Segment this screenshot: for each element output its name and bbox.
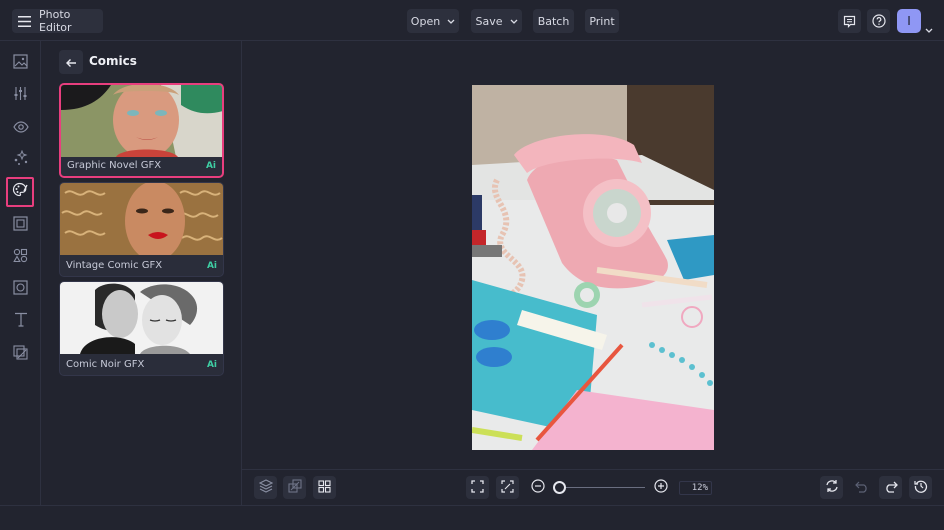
redo-icon — [884, 478, 898, 497]
effect-card-graphic-novel[interactable]: Graphic Novel GFX Ai — [59, 83, 224, 178]
save-menu-button[interactable]: Save — [471, 9, 522, 33]
sidebar-item-image[interactable] — [7, 50, 34, 77]
app-title: Photo Editor — [39, 8, 72, 34]
zoom-level-input[interactable]: 12% — [679, 481, 712, 495]
duplicate-icon — [287, 478, 302, 497]
ai-badge: Ai — [206, 360, 217, 370]
card-label: Vintage Comic GFX — [66, 260, 163, 271]
palette-icon — [12, 182, 28, 202]
sparkles-icon — [13, 149, 29, 170]
account-chevron-down-icon[interactable] — [925, 18, 933, 37]
card-label: Graphic Novel GFX — [67, 160, 162, 171]
actual-size-icon — [501, 478, 514, 497]
effect-card-vintage-comic[interactable]: Vintage Comic GFX Ai — [59, 182, 224, 277]
undo-button[interactable] — [850, 476, 873, 499]
undo-icon — [854, 478, 869, 497]
grid-button[interactable] — [313, 476, 336, 499]
history-icon — [913, 478, 928, 497]
sidebar-item-adjustments[interactable] — [7, 82, 34, 109]
avatar-initial: I — [907, 14, 911, 28]
hamburger-menu-icon — [18, 15, 31, 27]
sliders-icon — [13, 86, 28, 105]
background-icon — [13, 345, 28, 364]
layers-button[interactable] — [254, 476, 277, 499]
status-bar — [0, 505, 944, 530]
sidebar-item-background[interactable] — [7, 341, 34, 368]
text-icon — [14, 312, 28, 331]
graphic-novel-thumbnail — [61, 85, 222, 157]
reset-button[interactable] — [820, 476, 843, 499]
ai-badge: Ai — [206, 261, 217, 271]
fit-screen-button[interactable] — [466, 476, 489, 499]
overlay-icon — [13, 280, 28, 299]
grid-icon — [318, 478, 331, 497]
zoom-slider-thumb[interactable] — [553, 481, 566, 494]
sidebar-item-overlays[interactable] — [7, 276, 34, 303]
user-avatar[interactable]: I — [897, 9, 921, 33]
history-button[interactable] — [909, 476, 932, 499]
open-label: Open — [410, 14, 441, 28]
eye-icon — [12, 118, 29, 137]
print-label: Print — [589, 14, 615, 28]
zoom-out-button[interactable] — [526, 476, 549, 499]
sidebar-item-text[interactable] — [7, 308, 34, 335]
shapes-icon — [13, 248, 28, 267]
save-label: Save — [475, 14, 503, 28]
fit-screen-icon — [471, 478, 484, 497]
duplicate-button[interactable] — [283, 476, 306, 499]
reset-icon — [825, 478, 839, 497]
vintage-comic-thumbnail — [60, 183, 223, 255]
image-icon — [13, 54, 28, 73]
batch-button[interactable]: Batch — [533, 9, 574, 33]
feedback-button[interactable] — [838, 9, 861, 33]
feedback-icon — [843, 15, 856, 28]
batch-label: Batch — [537, 14, 570, 28]
layers-icon — [258, 478, 273, 497]
sidebar-item-effects[interactable] — [7, 114, 34, 141]
sidebar-item-artsy[interactable] — [6, 177, 34, 207]
chevron-down-icon — [510, 19, 518, 24]
back-button[interactable] — [59, 50, 83, 74]
print-button[interactable]: Print — [585, 9, 619, 33]
redo-button[interactable] — [879, 476, 902, 499]
app-menu-button[interactable]: Photo Editor — [12, 8, 103, 34]
sidebar-item-frames[interactable] — [7, 212, 34, 239]
canvas-photo[interactable] — [472, 85, 714, 450]
comic-noir-thumbnail — [60, 282, 223, 354]
sidebar-item-graphics[interactable] — [7, 244, 34, 271]
zoom-out-icon — [530, 478, 545, 497]
open-menu-button[interactable]: Open — [407, 9, 459, 33]
zoom-in-icon — [653, 478, 668, 497]
frame-icon — [13, 216, 28, 235]
chevron-down-icon — [447, 19, 455, 24]
ai-badge: Ai — [205, 161, 216, 171]
zoom-in-button[interactable] — [649, 476, 672, 499]
sidebar-item-ai-tools[interactable] — [7, 146, 34, 173]
zoom-slider-track[interactable] — [559, 487, 645, 488]
tool-rail — [0, 41, 41, 505]
help-button[interactable] — [867, 9, 890, 33]
effect-card-comic-noir[interactable]: Comic Noir GFX Ai — [59, 281, 224, 376]
panel-title: Comics — [89, 54, 137, 68]
card-label: Comic Noir GFX — [66, 359, 145, 370]
arrow-left-icon — [65, 53, 77, 72]
help-icon — [871, 14, 886, 28]
actual-size-button[interactable] — [496, 476, 519, 499]
